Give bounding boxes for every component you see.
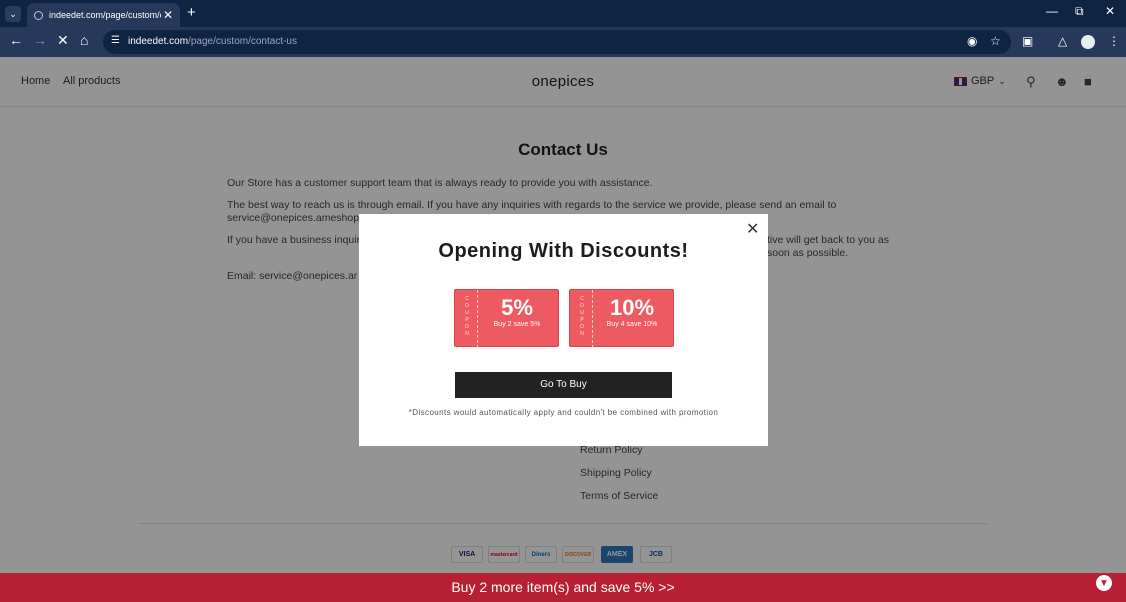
promo-bar[interactable]: Buy 2 more item(s) and save 5% >> (0, 573, 1126, 602)
coupon-description: Buy 4 save 10% (606, 321, 658, 328)
gift-icon[interactable]: ▼ (1096, 575, 1112, 591)
coupon-amount: 5% (501, 295, 533, 320)
browser-tab-bar: ⌄ indeedet.com/page/custom/contact-us ✕ … (0, 0, 1126, 27)
profile-avatar-icon[interactable] (1081, 35, 1095, 49)
close-icon[interactable]: ✕ (746, 222, 759, 238)
coupon-tag: COUPON (465, 296, 469, 337)
coupon-10-percent: COUPON 10% Buy 4 save 10% (569, 289, 674, 348)
restore-icon[interactable]: ⧉ (1075, 5, 1084, 17)
labs-flask-icon[interactable]: △ (1058, 35, 1067, 47)
more-menu-icon[interactable]: ⋮ (1108, 35, 1120, 47)
back-icon[interactable]: ← (9, 33, 23, 47)
bookmark-star-icon[interactable]: ☆ (990, 35, 1001, 47)
coupon-5-percent: COUPON 5% Buy 2 save 5% (454, 289, 559, 348)
tab-title: indeedet.com/page/custom/contact-us (49, 10, 161, 20)
tab-search-icon[interactable]: ⌄ (5, 6, 21, 22)
favicon-icon (34, 10, 43, 20)
eye-off-icon[interactable]: ◉ (967, 35, 977, 47)
coupon-perforation (592, 290, 593, 348)
discount-modal: ✕ Opening With Discounts! COUPON 5% Buy … (359, 214, 768, 446)
coupon-amount: 10% (609, 295, 655, 320)
coupon-perforation (477, 290, 478, 348)
extensions-icon[interactable]: ▣ (1022, 35, 1033, 47)
stop-loading-icon[interactable]: ✕ (57, 33, 69, 47)
address-bar[interactable]: ☰ indeedet.com/page/custom/contact-us ◉ … (103, 30, 1011, 54)
url-host: indeedet.com (128, 36, 189, 47)
tab-close-icon[interactable]: ✕ (163, 9, 173, 21)
modal-title: Opening With Discounts! (438, 240, 689, 262)
go-to-buy-button[interactable]: Go To Buy (455, 372, 672, 398)
discount-note: *Discounts would automatically apply and… (408, 408, 719, 417)
coupon-tag: COUPON (580, 296, 584, 337)
new-tab-icon[interactable]: + (187, 5, 196, 20)
home-icon[interactable]: ⌂ (80, 33, 88, 47)
forward-icon[interactable]: → (33, 33, 47, 47)
minimize-icon[interactable]: — (1046, 5, 1058, 17)
browser-tab[interactable]: indeedet.com/page/custom/contact-us ✕ (27, 3, 180, 27)
window-close-icon[interactable]: ✕ (1105, 5, 1115, 17)
coupon-description: Buy 2 save 5% (493, 321, 541, 328)
browser-toolbar: ← → ✕ ⌂ ☰ indeedet.com/page/custom/conta… (0, 27, 1126, 57)
url-text: indeedet.com/page/custom/contact-us (128, 36, 297, 47)
site-info-icon[interactable]: ☰ (111, 36, 120, 46)
url-path: /page/custom/contact-us (188, 36, 297, 47)
